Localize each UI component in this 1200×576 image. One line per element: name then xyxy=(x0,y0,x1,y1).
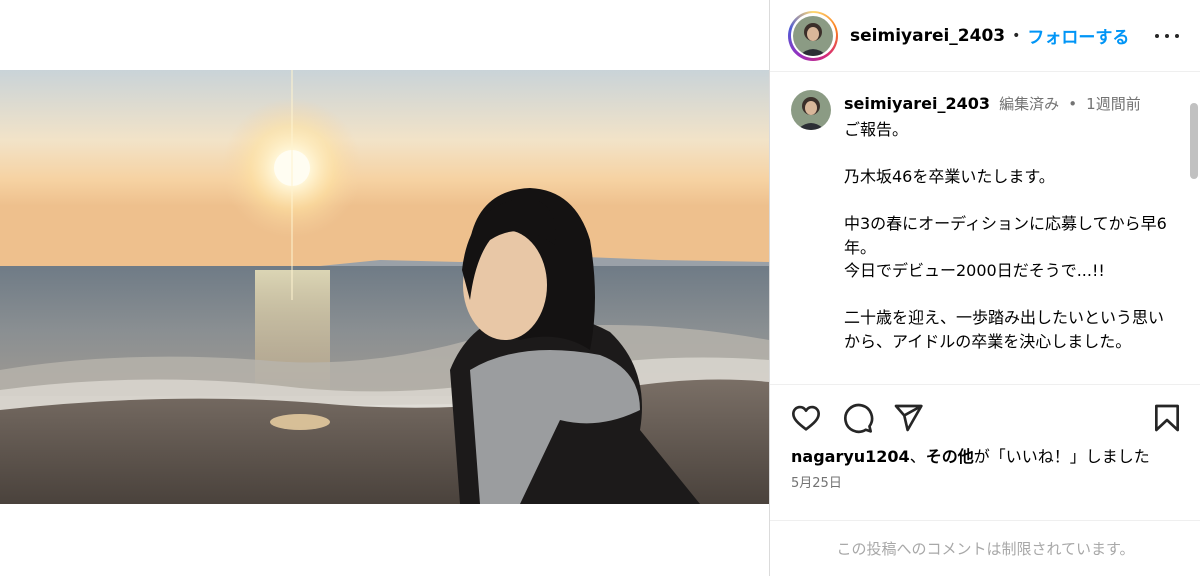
edited-label: 編集済み xyxy=(999,95,1060,113)
heart-icon[interactable] xyxy=(790,402,822,434)
send-icon[interactable] xyxy=(892,402,924,434)
likes-others[interactable]: その他 xyxy=(926,447,974,466)
liker-username[interactable]: nagaryu1204 xyxy=(791,447,910,466)
follow-button[interactable]: フォローする xyxy=(1027,23,1129,48)
post-date[interactable]: 5月25日 xyxy=(791,472,842,491)
comments-disabled-notice: この投稿へのコメントは制限されています。 xyxy=(770,520,1200,576)
comment-icon[interactable] xyxy=(842,402,874,434)
bookmark-icon[interactable] xyxy=(1151,402,1183,434)
likes-separator: 、 xyxy=(909,447,926,466)
caption-username[interactable]: seimiyarei_2403 xyxy=(844,94,990,113)
beach-sunset-image xyxy=(0,70,769,504)
more-icon[interactable] xyxy=(1155,24,1179,48)
story-ring[interactable] xyxy=(788,10,838,61)
header-username[interactable]: seimiyarei_2403 xyxy=(850,26,1005,46)
scrollbar[interactable] xyxy=(1190,103,1198,179)
media-pane xyxy=(0,0,769,576)
caption-area[interactable]: seimiyarei_2403 編集済み • 1週間前 ご報告。 乃木坂46を卒… xyxy=(770,73,1200,385)
likes-suffix: が「いいね！」しました xyxy=(973,447,1150,466)
caption-text: ご報告。 乃木坂46を卒業いたします。 中3の春にオーディションに応募してから早… xyxy=(844,120,1167,351)
action-bar xyxy=(770,398,1200,438)
post-header: seimiyarei_2403 • フォローする xyxy=(770,0,1200,72)
post-time[interactable]: 1週間前 xyxy=(1086,95,1141,113)
post-side-panel: seimiyarei_2403 • フォローする seimiyarei_2403… xyxy=(769,0,1200,576)
caption-separator: • xyxy=(1068,95,1078,113)
caption-avatar[interactable] xyxy=(791,90,831,130)
header-separator: • xyxy=(1012,27,1021,44)
likes-summary: nagaryu1204、その他が「いいね！」しました xyxy=(791,443,1150,467)
avatar xyxy=(793,15,833,56)
post-photo[interactable] xyxy=(0,70,769,504)
caption-header: seimiyarei_2403 編集済み • 1週間前 xyxy=(844,93,1141,114)
